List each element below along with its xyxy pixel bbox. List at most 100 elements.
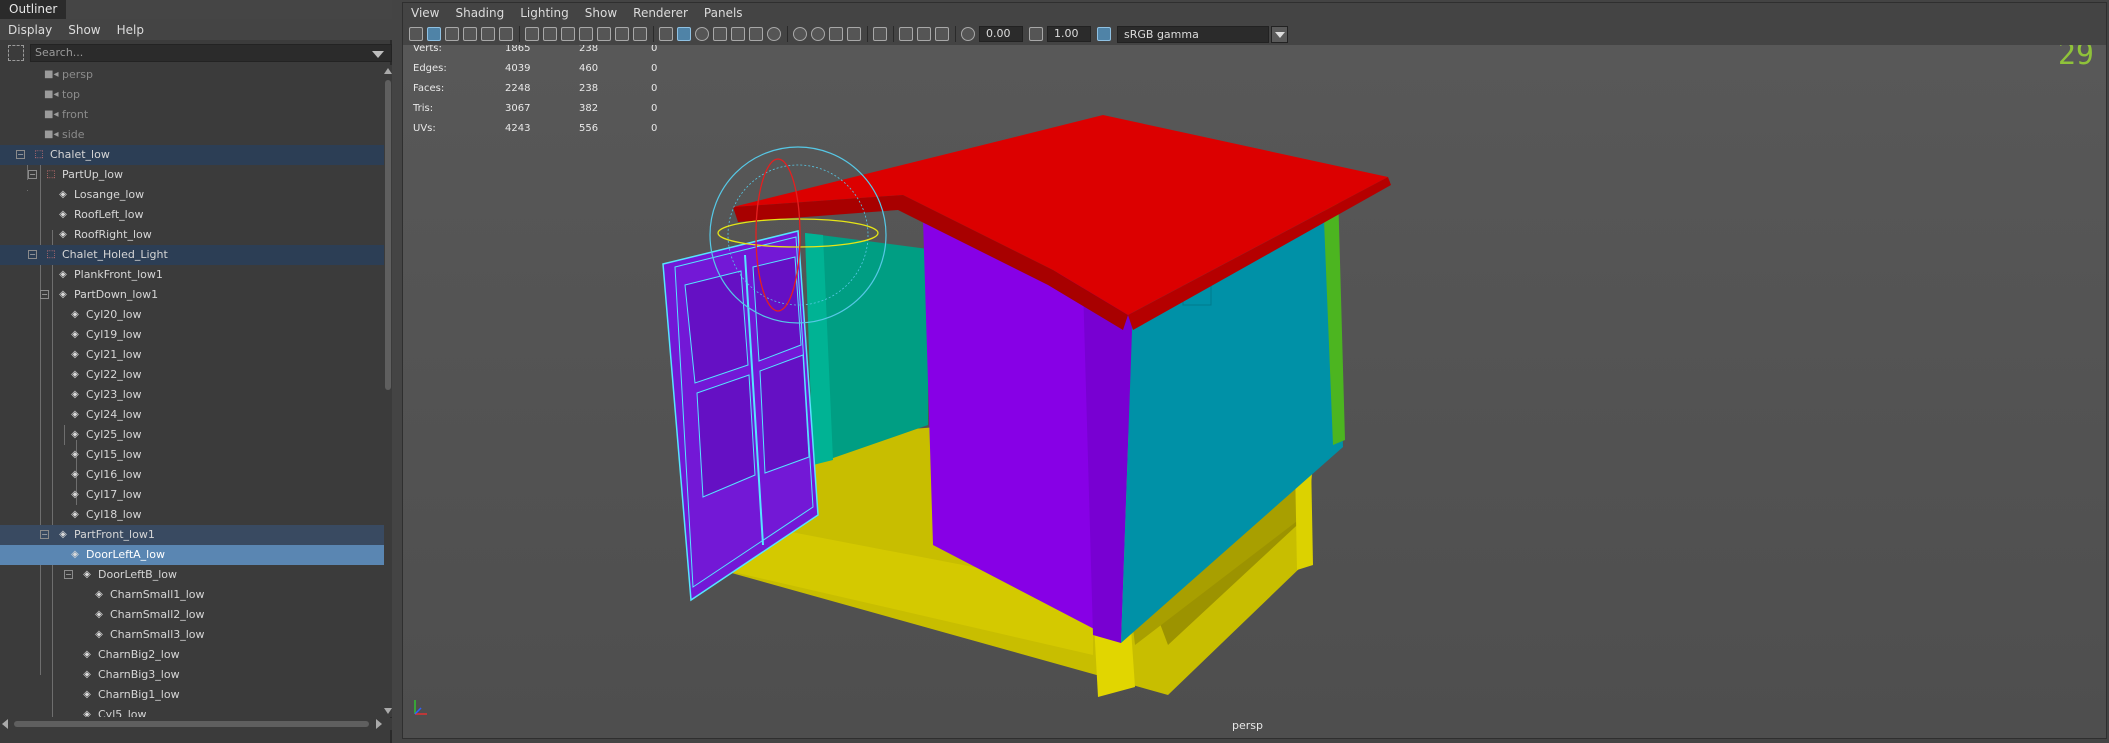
outliner-horizontal-scrollbar[interactable]: [0, 718, 392, 730]
exposure-icon[interactable]: [961, 27, 975, 41]
outliner-item[interactable]: ◈ Cyl18_low: [0, 505, 384, 525]
outliner-item[interactable]: ■◂ top: [0, 85, 384, 105]
collapse-toggle-icon[interactable]: −: [64, 570, 73, 579]
menu-help[interactable]: Help: [109, 23, 152, 37]
camera-attributes-icon[interactable]: [427, 27, 441, 41]
outliner-vertical-scrollbar[interactable]: [384, 65, 392, 717]
outliner-item[interactable]: − ⬚ Chalet_Holed_Light: [0, 245, 384, 265]
menu-show[interactable]: Show: [577, 6, 625, 20]
collapse-toggle-icon[interactable]: −: [28, 170, 37, 179]
outliner-item[interactable]: ◈ Cyl25_low: [0, 425, 384, 445]
3d-viewport[interactable]: Verts: 1865 238 0 Edges: 4039 460 0 Face…: [403, 45, 2106, 738]
collapse-toggle-icon[interactable]: −: [16, 150, 25, 159]
scrollbar-thumb[interactable]: [14, 721, 369, 727]
outliner-item[interactable]: ◈ CharnSmall1_low: [0, 585, 384, 605]
outliner-item[interactable]: ■◂ side: [0, 125, 384, 145]
outliner-item[interactable]: − ⬚ PartUp_low: [0, 165, 384, 185]
color-space-dropdown[interactable]: sRGB gamma: [1117, 25, 1288, 43]
image-plane-icon[interactable]: [463, 27, 477, 41]
2d-pan-zoom-icon[interactable]: [481, 27, 495, 41]
menu-renderer[interactable]: Renderer: [625, 6, 696, 20]
outliner-tab[interactable]: Outliner: [0, 0, 67, 19]
grid-icon[interactable]: [525, 27, 539, 41]
search-input[interactable]: Search...: [30, 44, 392, 62]
scroll-right-arrow-icon[interactable]: [376, 719, 382, 729]
scene-render[interactable]: [403, 45, 2106, 738]
outliner-item[interactable]: ◈ Cyl17_low: [0, 485, 384, 505]
menu-panels[interactable]: Panels: [696, 6, 751, 20]
outliner-item[interactable]: ◈ PlankFront_low1: [0, 265, 384, 285]
film-gate-icon[interactable]: [543, 27, 557, 41]
outliner-item[interactable]: ◈ Cyl16_low: [0, 465, 384, 485]
xray-active-icon[interactable]: [917, 27, 931, 41]
outliner-item[interactable]: − ⬚ Chalet_low: [0, 145, 384, 165]
menu-shading[interactable]: Shading: [447, 6, 512, 20]
safe-action-icon[interactable]: [615, 27, 629, 41]
gamma-icon[interactable]: [1029, 27, 1043, 41]
collapse-toggle-icon[interactable]: −: [40, 530, 49, 539]
gate-mask-icon[interactable]: [579, 27, 593, 41]
outliner-item[interactable]: ◈ Cyl23_low: [0, 385, 384, 405]
outliner-item[interactable]: ◈ Cyl20_low: [0, 305, 384, 325]
outliner-item[interactable]: ◈ DoorLeftA_low: [0, 545, 384, 565]
resolution-gate-icon[interactable]: [561, 27, 575, 41]
scroll-up-arrow-icon[interactable]: [384, 68, 392, 74]
outliner-item[interactable]: − ◈ PartFront_low1: [0, 525, 384, 545]
outliner-item[interactable]: ◈ CharnSmall3_low: [0, 625, 384, 645]
select-camera-icon[interactable]: [409, 27, 423, 41]
shadows-icon[interactable]: [767, 27, 781, 41]
gamma-field[interactable]: 1.00: [1047, 26, 1091, 42]
isolate-select-icon[interactable]: [873, 27, 887, 41]
outliner-item[interactable]: ◈ CharnBig2_low: [0, 645, 384, 665]
menu-show[interactable]: Show: [60, 23, 108, 37]
outliner-item[interactable]: ■◂ front: [0, 105, 384, 125]
grease-pencil-icon[interactable]: [499, 27, 513, 41]
mesh-icon: ◈: [71, 369, 79, 380]
use-all-lights-icon[interactable]: [749, 27, 763, 41]
default-material-icon[interactable]: [695, 27, 709, 41]
ambient-occlusion-icon[interactable]: [793, 27, 807, 41]
menu-display[interactable]: Display: [0, 23, 60, 37]
menu-lighting[interactable]: Lighting: [512, 6, 577, 20]
outliner-item[interactable]: ◈ RoofLeft_low: [0, 205, 384, 225]
chevron-down-icon[interactable]: [1271, 25, 1288, 43]
scroll-down-arrow-icon[interactable]: [384, 708, 392, 714]
filter-icon[interactable]: [8, 45, 24, 61]
scroll-left-arrow-icon[interactable]: [2, 719, 8, 729]
safe-title-icon[interactable]: [633, 27, 647, 41]
search-options-arrow-icon[interactable]: [372, 51, 384, 58]
outliner-item-label: Cyl5_low: [98, 708, 147, 717]
scrollbar-thumb[interactable]: [385, 80, 391, 390]
collapse-toggle-icon[interactable]: −: [28, 250, 37, 259]
xray-icon[interactable]: [899, 27, 913, 41]
smooth-shade-icon[interactable]: [677, 27, 691, 41]
xray-joints-icon[interactable]: [935, 27, 949, 41]
mesh-icon: ◈: [71, 389, 79, 400]
outliner-item[interactable]: ◈ Cyl15_low: [0, 445, 384, 465]
outliner-item[interactable]: ◈ CharnSmall2_low: [0, 605, 384, 625]
outliner-item[interactable]: ◈ CharnBig1_low: [0, 685, 384, 705]
bookmarks-icon[interactable]: [445, 27, 459, 41]
outliner-item[interactable]: ◈ Cyl5_low: [0, 705, 384, 717]
antialiasing-icon[interactable]: [829, 27, 843, 41]
depth-of-field-icon[interactable]: [847, 27, 861, 41]
view-transform-icon[interactable]: [1097, 27, 1111, 41]
wireframe-on-shaded-icon[interactable]: [713, 27, 727, 41]
outliner-item[interactable]: ◈ Cyl22_low: [0, 365, 384, 385]
outliner-item[interactable]: ◈ RoofRight_low: [0, 225, 384, 245]
outliner-item[interactable]: ◈ Cyl19_low: [0, 325, 384, 345]
motion-blur-icon[interactable]: [811, 27, 825, 41]
exposure-field[interactable]: 0.00: [979, 26, 1023, 42]
menu-view[interactable]: View: [403, 6, 447, 20]
outliner-item[interactable]: ◈ Cyl24_low: [0, 405, 384, 425]
outliner-item[interactable]: ■◂ persp: [0, 65, 384, 85]
field-chart-icon[interactable]: [597, 27, 611, 41]
outliner-item[interactable]: − ◈ DoorLeftB_low: [0, 565, 384, 585]
collapse-toggle-icon[interactable]: −: [40, 290, 49, 299]
textured-icon[interactable]: [731, 27, 745, 41]
wireframe-icon[interactable]: [659, 27, 673, 41]
outliner-item[interactable]: ◈ Losange_low: [0, 185, 384, 205]
outliner-item[interactable]: ◈ Cyl21_low: [0, 345, 384, 365]
outliner-item[interactable]: − ◈ PartDown_low1: [0, 285, 384, 305]
outliner-item[interactable]: ◈ CharnBig3_low: [0, 665, 384, 685]
